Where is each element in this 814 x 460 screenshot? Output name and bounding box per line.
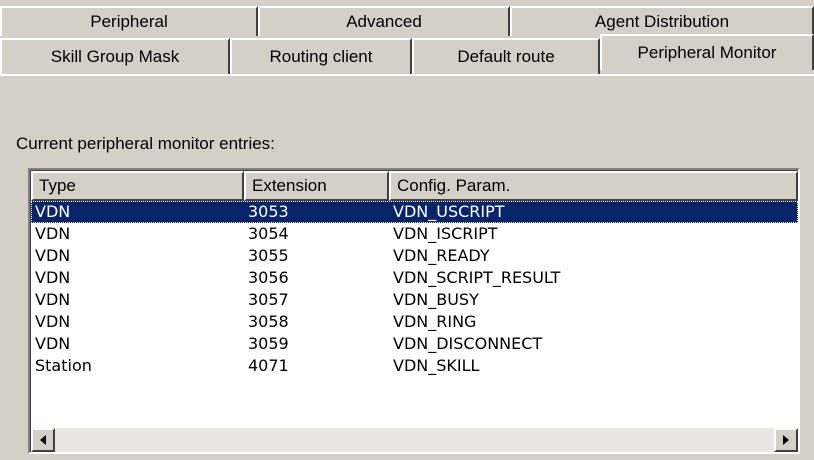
cell-type: VDN: [35, 268, 71, 287]
arrow-left-icon: [40, 435, 46, 445]
horizontal-scrollbar[interactable]: [31, 428, 798, 452]
tab-label: Skill Group Mask: [50, 47, 180, 66]
cell-config-param: VDN_SCRIPT_RESULT: [393, 268, 561, 287]
tab-peripheral[interactable]: Peripheral: [0, 6, 258, 36]
scroll-right-button[interactable]: [774, 428, 798, 452]
cell-config-param: VDN_RING: [393, 312, 477, 331]
tab-routing-client[interactable]: Routing client: [230, 38, 412, 74]
column-header-config-param[interactable]: Config. Param.: [389, 171, 798, 201]
cell-extension: 3059: [248, 334, 289, 353]
peripheral-monitor-list[interactable]: Type Extension Config. Param. VDN 3053 VDN…: [28, 168, 800, 454]
cell-config-param: VDN_BUSY: [393, 290, 479, 309]
cell-extension: 3057: [248, 290, 289, 309]
cell-type: VDN: [35, 290, 71, 309]
list-rows: VDN 3053 VDN_USCRIPT VDN 3054 VDN_ISCRIPT VDN 3…: [31, 201, 798, 377]
column-header-type[interactable]: Type: [31, 171, 244, 201]
tab-label: Agent Distribution: [594, 12, 730, 31]
cell-extension: 3053: [248, 202, 289, 221]
cell-extension: 4071: [248, 356, 289, 375]
cell-config-param: VDN_ISCRIPT: [393, 224, 498, 243]
cell-config-param: VDN_DISCONNECT: [393, 334, 543, 353]
table-row[interactable]: VDN 3056 VDN_SCRIPT_RESULT: [31, 267, 798, 289]
table-row[interactable]: Station 4071 VDN_SKILL: [31, 355, 798, 377]
list-caption: Current peripheral monitor entries:: [16, 134, 275, 153]
arrow-right-icon: [783, 435, 789, 445]
column-header-extension[interactable]: Extension: [244, 171, 389, 201]
cell-type: Station: [35, 356, 92, 375]
cell-type: VDN: [35, 334, 71, 353]
tab-label: Routing client: [269, 47, 373, 66]
cell-type: VDN: [35, 246, 71, 265]
scroll-left-button[interactable]: [31, 428, 55, 452]
tab-label: Peripheral: [90, 12, 168, 31]
cell-extension: 3054: [248, 224, 289, 243]
table-row[interactable]: VDN 3059 VDN_DISCONNECT: [31, 333, 798, 355]
table-row[interactable]: VDN 3054 VDN_ISCRIPT: [31, 223, 798, 245]
cell-extension: 3056: [248, 268, 289, 287]
list-header: Type Extension Config. Param.: [31, 171, 798, 201]
tab-label: Advanced: [346, 12, 422, 31]
tab-row-back: Peripheral Advanced Agent Distribution: [0, 6, 814, 36]
cell-type: VDN: [35, 202, 71, 221]
cell-config-param: VDN_SKILL: [393, 356, 480, 375]
tab-default-route[interactable]: Default route: [412, 38, 600, 74]
cell-type: VDN: [35, 312, 71, 331]
tab-skill-group-mask[interactable]: Skill Group Mask: [0, 38, 230, 74]
cell-config-param: VDN_USCRIPT: [393, 202, 505, 221]
cell-extension: 3055: [248, 246, 289, 265]
table-row[interactable]: VDN 3053 VDN_USCRIPT: [31, 201, 798, 223]
tab-advanced[interactable]: Advanced: [258, 6, 510, 36]
scroll-track[interactable]: [55, 428, 774, 452]
cell-config-param: VDN_READY: [393, 246, 490, 265]
tab-label: Default route: [457, 47, 555, 66]
table-row[interactable]: VDN 3055 VDN_READY: [31, 245, 798, 267]
tab-row-front: Skill Group Mask Routing client Default …: [0, 34, 814, 74]
tab-agent-distribution[interactable]: Agent Distribution: [510, 6, 814, 36]
cell-extension: 3058: [248, 312, 289, 331]
cell-type: VDN: [35, 224, 71, 243]
table-row[interactable]: VDN 3057 VDN_BUSY: [31, 289, 798, 311]
tab-label: Peripheral Monitor: [637, 43, 777, 62]
tab-peripheral-monitor[interactable]: Peripheral Monitor: [600, 34, 814, 70]
table-row[interactable]: VDN 3058 VDN_RING: [31, 311, 798, 333]
